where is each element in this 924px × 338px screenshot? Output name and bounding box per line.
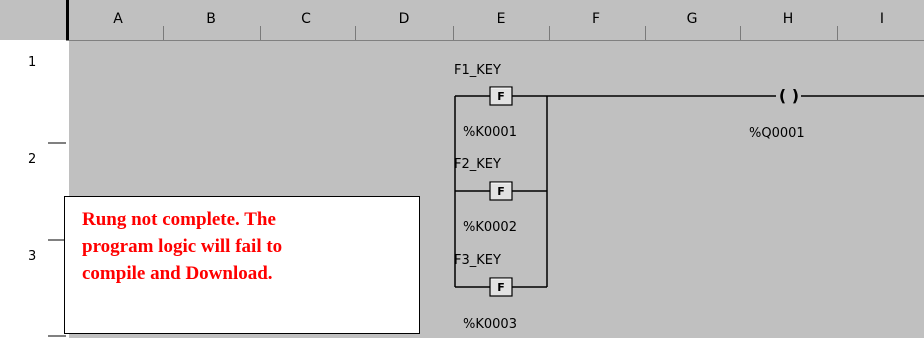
contact-symbol: F <box>497 90 505 103</box>
contact-tag-label: F2_KEY <box>454 157 501 172</box>
contact-tag-label: F1_KEY <box>454 63 501 78</box>
annotation-note: Rung not complete. The program logic wil… <box>64 196 420 334</box>
output-coil[interactable]: ( ) %Q0001 <box>749 86 805 141</box>
contact-symbol: F <box>497 281 505 294</box>
contact-f2-key[interactable]: F2_KEY F %K0002 <box>454 157 517 235</box>
coil-icon: ( ) <box>779 86 799 105</box>
contact-address-label: %K0001 <box>463 125 517 140</box>
ladder-editor: A B C D E F G H I 1 2 3 F1_KEY F %K0001 … <box>0 0 924 338</box>
contact-address-label: %K0002 <box>463 220 517 235</box>
contact-f3-key[interactable]: F3_KEY F %K0003 <box>454 253 517 332</box>
contact-tag-label: F3_KEY <box>454 253 501 268</box>
annotation-note-text: Rung not complete. The program logic wil… <box>82 209 283 284</box>
contact-address-label: %K0003 <box>463 317 517 332</box>
contact-symbol: F <box>497 185 505 198</box>
coil-address-label: %Q0001 <box>749 126 805 141</box>
contact-f1-key[interactable]: F1_KEY F %K0001 <box>454 63 517 140</box>
